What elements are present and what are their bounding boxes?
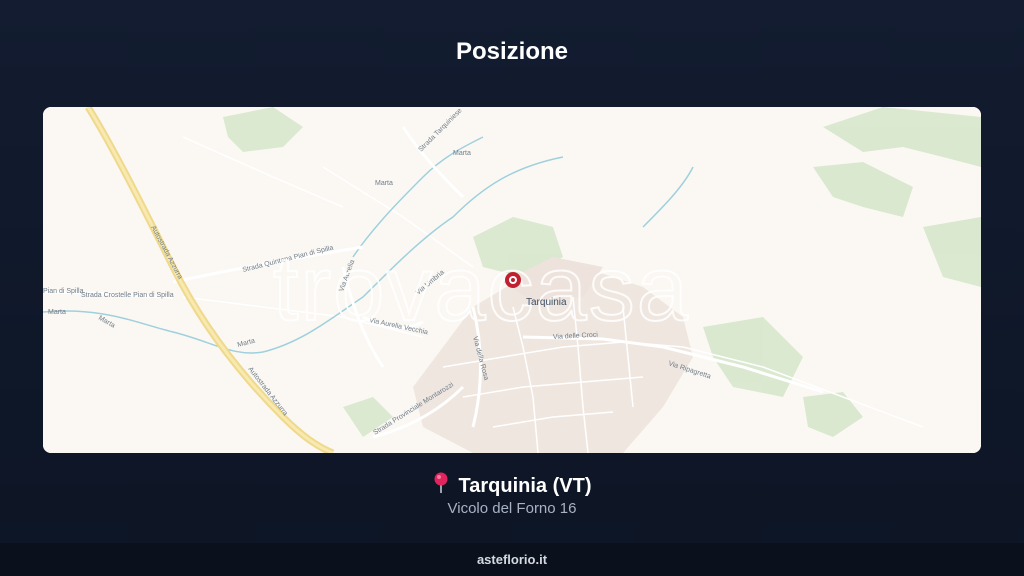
- footer-brand[interactable]: asteflorio.it: [477, 552, 547, 567]
- location-title: Tarquinia (VT): [0, 472, 1024, 500]
- town-label: Tarquinia: [526, 297, 567, 308]
- map-canvas[interactable]: Autostrada Azzurra Autostrada Azzurra St…: [43, 107, 981, 453]
- river-label: Marta: [48, 309, 66, 316]
- footer: asteflorio.it: [0, 543, 1024, 576]
- river-label: Marta: [453, 150, 471, 157]
- watermark-logo: trovacasa: [273, 238, 690, 340]
- location-city: Tarquinia (VT): [458, 475, 592, 497]
- river-label: Marta: [375, 180, 393, 187]
- road-label: Strada Crostelle Pian di Spilla: [81, 292, 174, 299]
- map-pin-icon[interactable]: [505, 272, 521, 288]
- page-title: Posizione: [455, 38, 569, 65]
- pushpin-icon: [433, 472, 449, 500]
- location-address: Vicolo del Forno 16: [447, 500, 577, 517]
- map-view[interactable]: Autostrada Azzurra Autostrada Azzurra St…: [43, 107, 981, 453]
- road-label: Pian di Spilla: [43, 288, 84, 295]
